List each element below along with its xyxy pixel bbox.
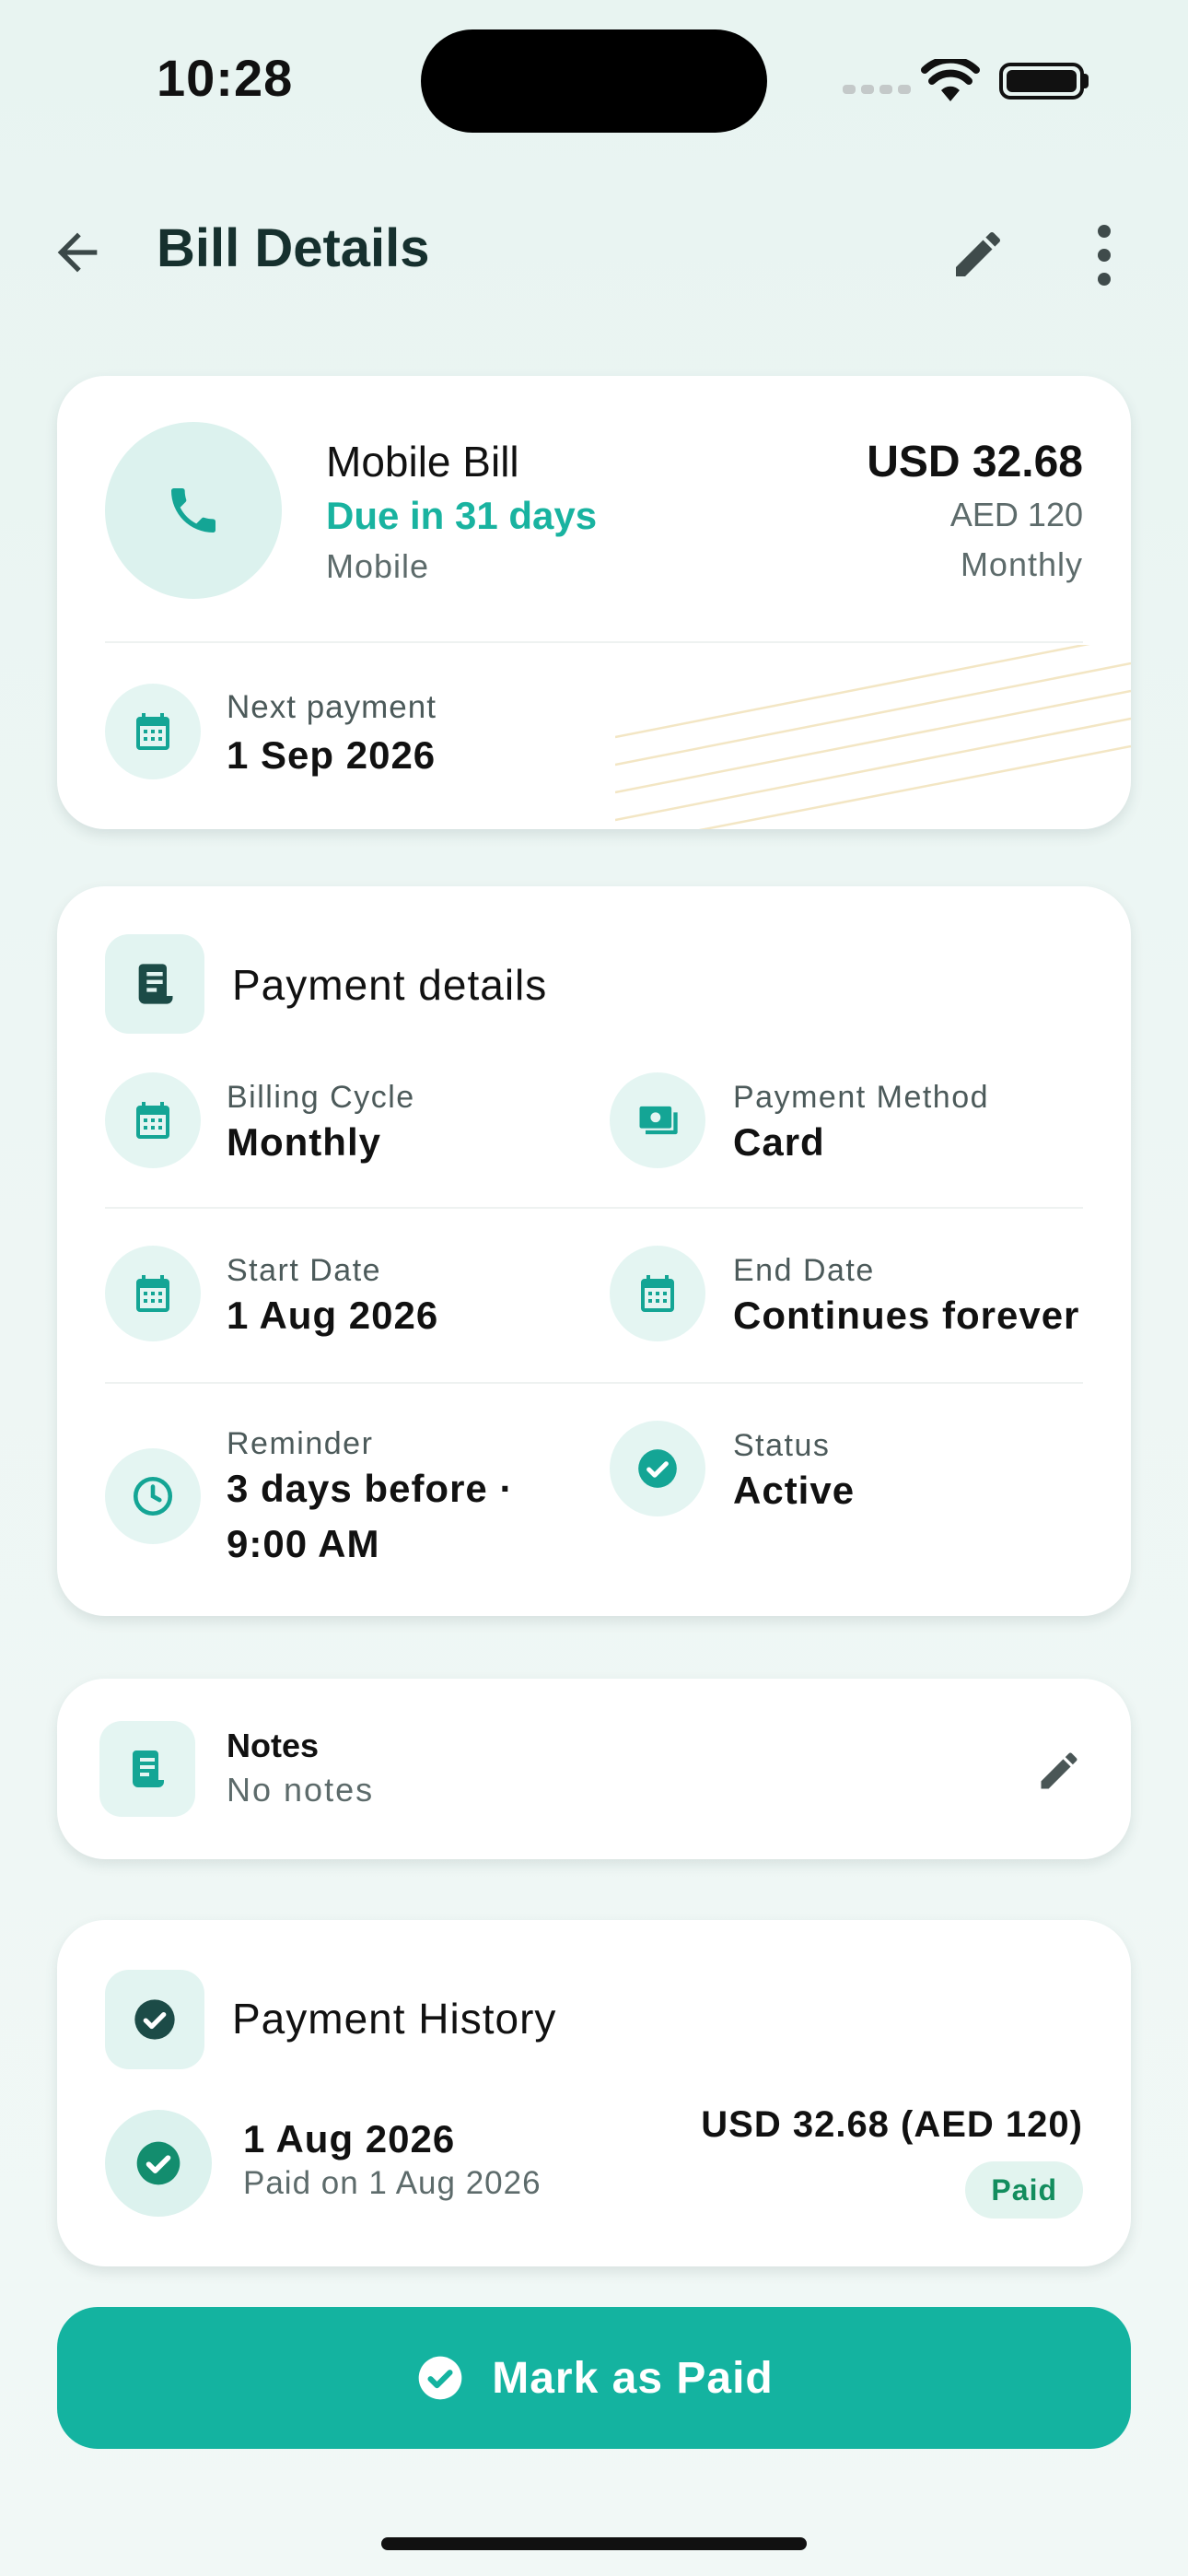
home-indicator[interactable]	[381, 2537, 807, 2550]
billing-cycle-icon-box	[105, 1072, 201, 1168]
back-arrow-icon[interactable]	[48, 223, 107, 282]
bill-due-status: Due in 31 days	[326, 494, 598, 537]
more-options-icon[interactable]	[1098, 225, 1111, 286]
next-payment-icon-box	[105, 684, 201, 779]
calendar-icon	[136, 1102, 169, 1139]
calendar-icon	[641, 1275, 674, 1312]
check-circle-icon	[134, 1999, 175, 2040]
edit-notes-icon[interactable]	[1035, 1747, 1083, 1795]
bill-category-avatar	[105, 422, 282, 599]
dynamic-island	[421, 29, 767, 133]
history-entry-amount: USD 32.68 (AED 120)	[701, 2104, 1083, 2145]
bill-category: Mobile	[326, 547, 430, 585]
end-date-value: Continues forever	[733, 1294, 1080, 1337]
wifi-icon	[921, 59, 980, 101]
cellular-signal-icon	[843, 85, 911, 94]
divider	[105, 641, 1083, 643]
bill-amount-primary: USD 32.68	[867, 438, 1083, 486]
payment-method-value: Card	[733, 1120, 825, 1164]
battery-icon	[999, 63, 1084, 100]
notes-title: Notes	[227, 1727, 320, 1764]
check-circle-icon	[638, 1449, 677, 1488]
status-icon-box	[610, 1421, 705, 1516]
next-payment-label: Next payment	[227, 689, 437, 725]
history-entry-date: 1 Aug 2026	[243, 2117, 456, 2160]
history-entry-paid-on: Paid on 1 Aug 2026	[243, 2165, 542, 2201]
section-icon-box	[105, 934, 204, 1034]
check-circle-icon	[136, 2141, 181, 2185]
reminder-value: 3 days before ·	[227, 1467, 514, 1510]
billing-cycle-value: Monthly	[227, 1120, 381, 1164]
history-title: Payment History	[232, 1995, 557, 2043]
bill-name: Mobile Bill	[326, 438, 519, 486]
mark-as-paid-label: Mark as Paid	[492, 2353, 774, 2403]
payment-history-card: Payment History 1 Aug 2026 Paid on 1 Aug…	[57, 1920, 1131, 2266]
divider	[105, 1207, 1083, 1209]
clock-icon	[133, 1476, 173, 1516]
reminder-label: Reminder	[227, 1426, 374, 1461]
bill-frequency: Monthly	[960, 545, 1083, 583]
divider	[105, 1382, 1083, 1384]
history-entry-avatar	[105, 2110, 212, 2217]
notes-card[interactable]: Notes No notes	[57, 1679, 1131, 1859]
status-badge: Paid	[965, 2161, 1083, 2219]
payment-method-icon-box	[610, 1072, 705, 1168]
history-icon-box	[105, 1970, 204, 2069]
edit-pencil-icon[interactable]	[949, 225, 1007, 284]
check-circle-icon	[418, 2356, 462, 2400]
payment-details-card: Payment details Billing Cycle Monthly Pa…	[57, 886, 1131, 1616]
mark-as-paid-button[interactable]: Mark as Paid	[57, 2307, 1131, 2449]
receipt-icon	[138, 964, 173, 1004]
start-date-label: Start Date	[227, 1253, 382, 1288]
status-label: Status	[733, 1428, 831, 1463]
next-payment-date: 1 Sep 2026	[227, 733, 437, 777]
end-date-icon-box	[610, 1246, 705, 1341]
bill-summary-card: Mobile Bill Due in 31 days Mobile USD 32…	[57, 376, 1131, 829]
page-title: Bill Details	[157, 218, 430, 278]
bill-amount-secondary: AED 120	[949, 496, 1083, 533]
status-time: 10:28	[157, 49, 294, 107]
end-date-label: End Date	[733, 1253, 875, 1288]
status-value: Active	[733, 1469, 856, 1512]
receipt-icon	[133, 1751, 164, 1787]
battery-cap	[1083, 74, 1089, 88]
reminder-icon-box	[105, 1448, 201, 1544]
start-date-value: 1 Aug 2026	[227, 1294, 439, 1337]
calendar-icon	[136, 713, 169, 750]
payment-method-label: Payment Method	[733, 1080, 990, 1115]
notes-icon-box	[99, 1721, 195, 1817]
start-date-icon-box	[105, 1246, 201, 1341]
billing-cycle-label: Billing Cycle	[227, 1080, 415, 1115]
calendar-icon	[136, 1275, 169, 1312]
phone-icon	[171, 488, 215, 533]
reminder-value-time: 9:00 AM	[227, 1522, 380, 1565]
notes-text: No notes	[227, 1771, 375, 1809]
section-title: Payment details	[232, 961, 548, 1009]
cash-icon	[639, 1106, 678, 1135]
decorative-stripes	[615, 645, 1131, 829]
